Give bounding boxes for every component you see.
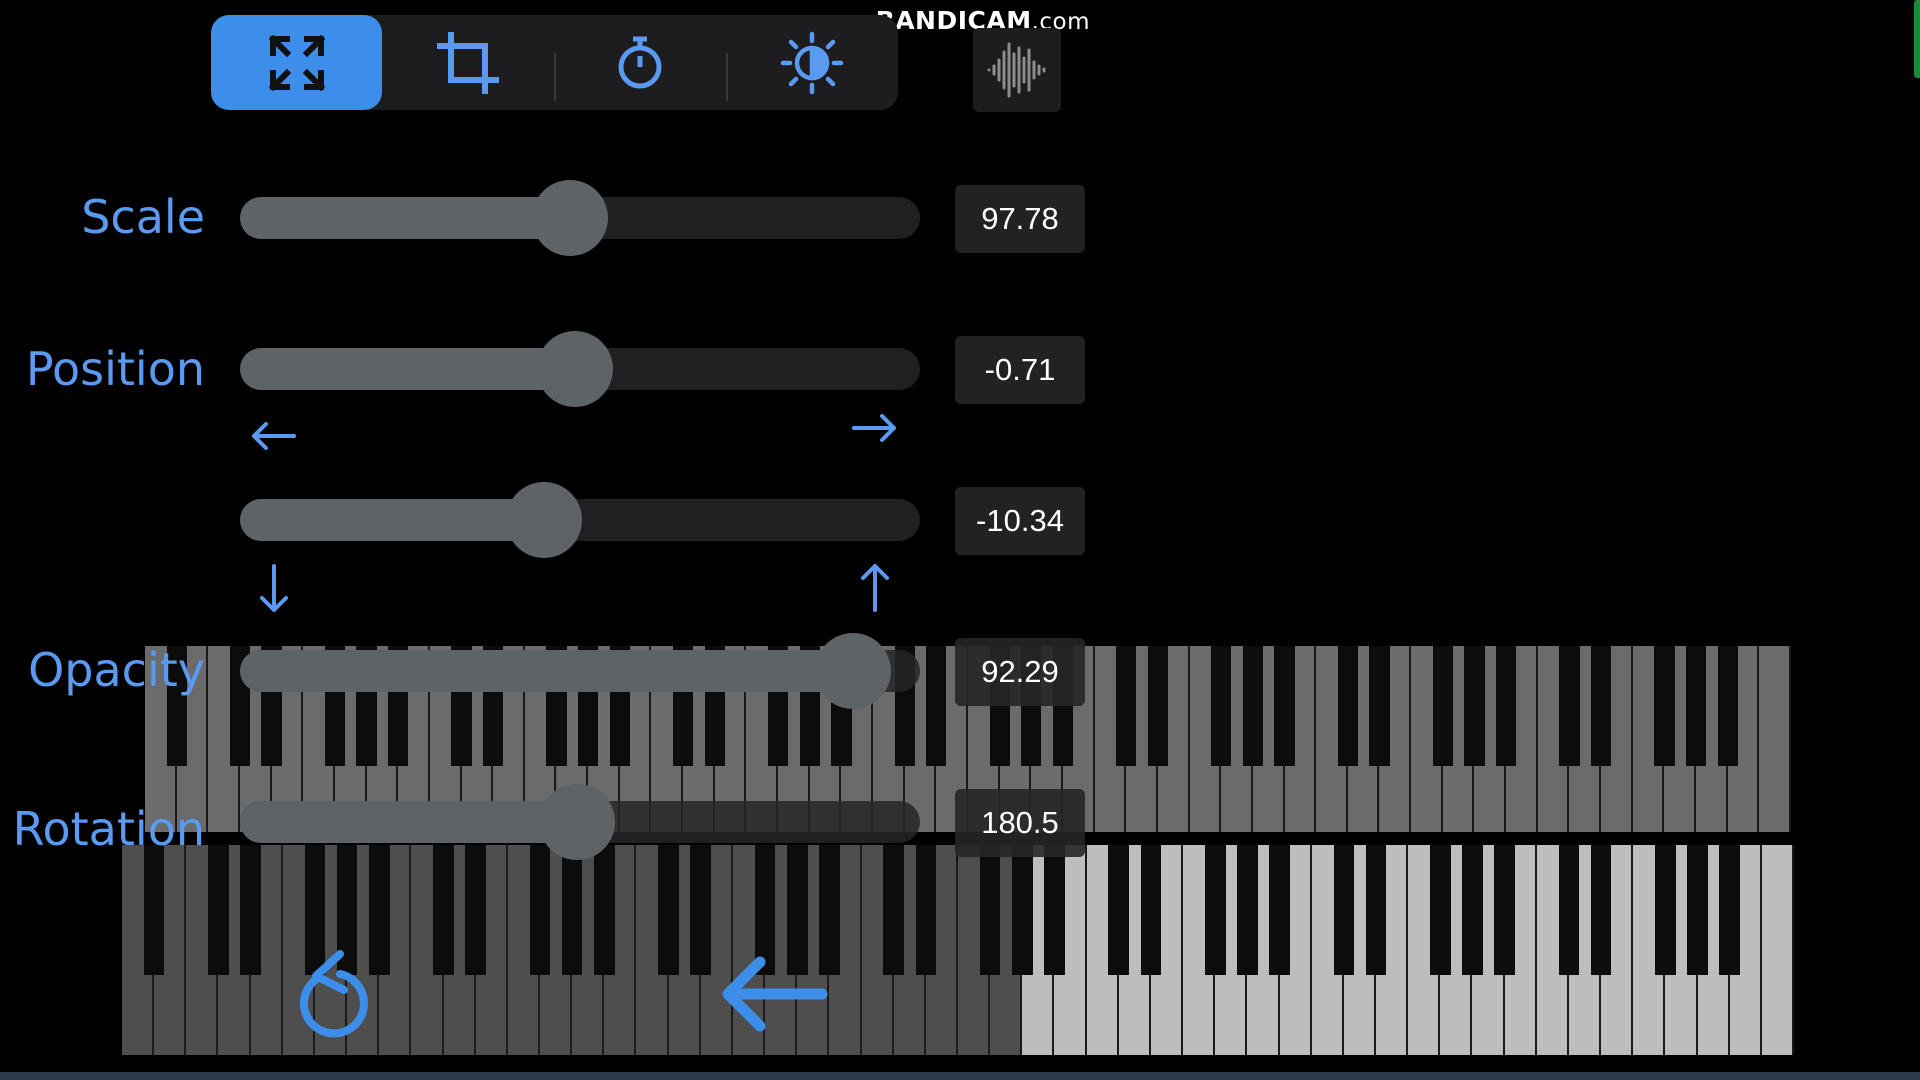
rotation-slider[interactable] [240,784,920,860]
piano-black-key [1269,845,1290,975]
tab-timer[interactable] [554,15,725,110]
piano-black-key [1559,646,1580,766]
piano-black-key [1140,845,1162,975]
position-x-slider-thumb[interactable] [536,331,613,407]
piano-black-key [1369,646,1390,766]
piano-black-key [1211,646,1232,766]
piano-black-key [594,845,615,975]
piano-black-key [1012,845,1033,975]
arrow-up-icon [861,564,889,612]
piano-black-key [1494,845,1515,975]
piano-black-key [1685,646,1707,766]
piano-black-key [1717,646,1738,766]
piano-black-key [529,845,551,975]
piano-black-key [1654,646,1675,766]
stopwatch-icon [618,36,661,88]
piano-black-key [979,845,1001,975]
scale-value-field[interactable]: 97.78 [955,185,1085,253]
piano-black-key [1495,646,1517,766]
piano-black-key [658,845,679,975]
piano-black-key [1204,845,1226,975]
rotation-slider-fill [240,801,578,843]
tab-crop[interactable] [382,15,553,110]
piano-black-key [1108,845,1130,975]
reset-rotate-icon[interactable] [296,946,376,1042]
piano-black-key [433,845,454,975]
position-y-slider-fill [240,499,544,541]
piano-black-key [926,646,947,766]
piano-black-key [1687,845,1708,975]
position-y-value-field[interactable]: -10.34 [955,487,1085,555]
tab-adjust[interactable] [726,15,897,110]
piano-black-key [915,845,937,975]
piano-black-key [1590,646,1612,766]
piano-black-key [465,845,486,975]
piano-black-key [1590,845,1612,975]
piano-white-key [1761,845,1794,1055]
piano-black-key [1365,845,1387,975]
expand-arrows-icon [268,34,325,91]
back-arrow-icon[interactable] [716,954,828,1034]
position-y-slider-thumb[interactable] [505,482,582,558]
piano-black-key [1464,646,1485,766]
piano-black-key [1432,646,1453,766]
audio-waveform-icon [987,42,1046,98]
scale-label: Scale [81,190,205,244]
arrow-right-icon [852,414,896,442]
position-label: Position [25,342,205,396]
piano-black-key [143,845,165,975]
position-x-slider[interactable] [240,331,920,407]
piano-black-key [1337,646,1358,766]
piano-black-key [1116,646,1137,766]
tab-transform[interactable] [211,15,382,110]
piano-black-key [1430,845,1451,975]
piano-black-key [1558,845,1580,975]
position-x-value-field[interactable]: -0.71 [955,336,1085,404]
editor-toolbar [211,15,898,110]
piano-black-key [1242,646,1263,766]
rotation-value-field[interactable]: 180.5 [955,789,1085,857]
opacity-slider-fill [240,650,854,692]
opacity-slider[interactable] [240,633,920,709]
opacity-value-field[interactable]: 92.29 [955,638,1085,706]
piano-black-key [1147,646,1169,766]
arrow-left-icon [252,422,296,450]
piano-white-key [1759,646,1791,832]
opacity-label: Opacity [28,643,205,697]
arrow-down-icon [260,564,288,612]
piano-black-key [1274,646,1295,766]
taskbar [0,1072,1920,1080]
brightness-contrast-icon [780,31,843,94]
scale-slider-thumb[interactable] [531,180,608,256]
piano-black-key [690,845,712,975]
piano-black-key [240,845,261,975]
piano-black-key [1719,845,1740,975]
scale-slider[interactable] [240,180,920,256]
window-edge-accent [1914,0,1920,78]
piano-black-key [1044,845,1065,975]
crop-icon [436,31,499,94]
piano-black-key [1237,845,1258,975]
position-x-slider-fill [240,348,575,390]
scale-slider-fill [240,197,570,239]
audio-button[interactable] [973,28,1061,112]
rotation-slider-thumb[interactable] [539,784,616,860]
piano-black-key [883,845,904,975]
piano-black-key [1462,845,1483,975]
piano-black-key [208,845,229,975]
piano-black-key [561,845,583,975]
opacity-slider-thumb[interactable] [815,633,892,709]
position-y-slider[interactable] [240,482,920,558]
piano-black-key [1655,845,1676,975]
app-screen: www.BANDICAM.com [0,0,1920,1080]
piano-black-key [1333,845,1355,975]
rotation-label: Rotation [12,802,205,856]
